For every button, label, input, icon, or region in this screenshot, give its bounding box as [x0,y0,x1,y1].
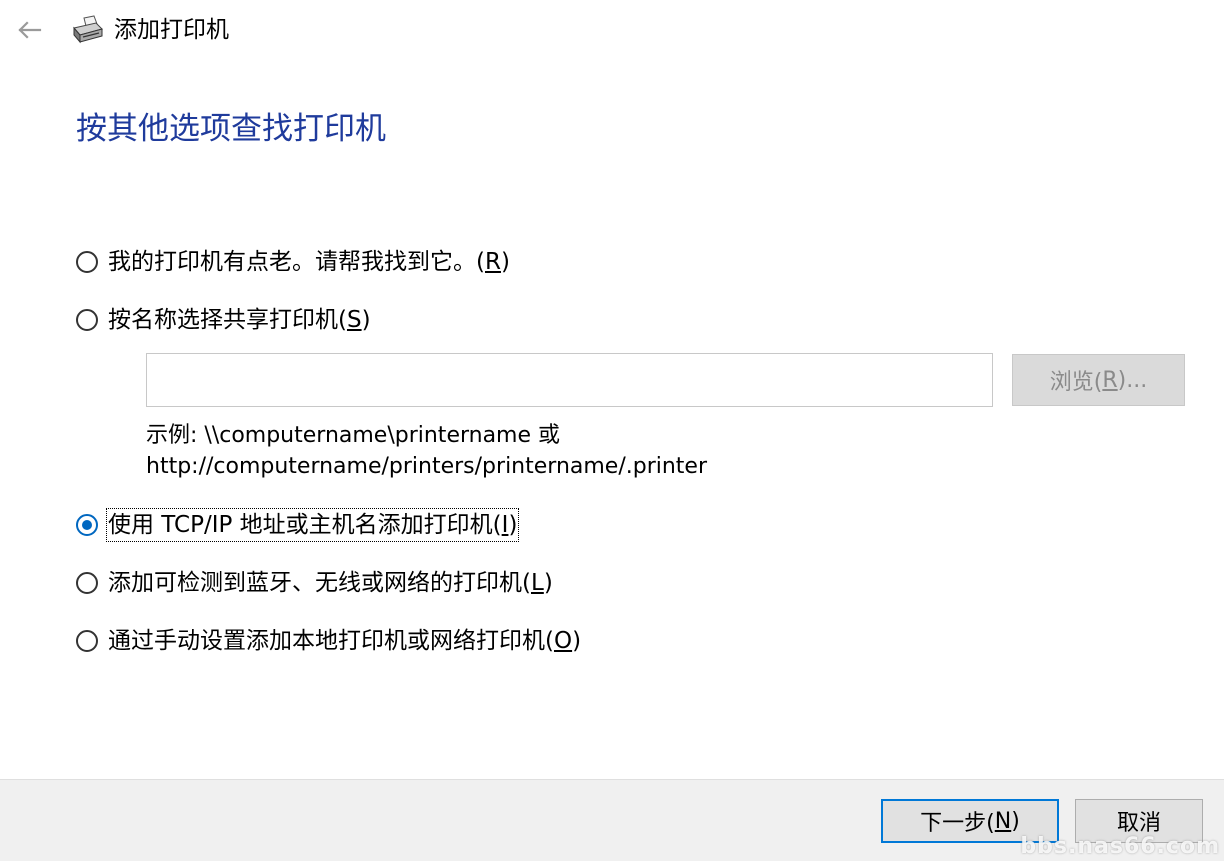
option-manual[interactable]: 通过手动设置添加本地打印机或网络打印机(O) [76,624,581,658]
browse-button[interactable]: 浏览(R)... [1012,354,1185,406]
option-manual-label: 通过手动设置添加本地打印机或网络打印机(O) [108,628,582,654]
radio-manual[interactable] [76,630,98,652]
option-wireless[interactable]: 添加可检测到蓝牙、无线或网络的打印机(L) [76,566,553,600]
option-shared-printer-label: 按名称选择共享打印机(S) [108,307,371,333]
option-wireless-label: 添加可检测到蓝牙、无线或网络的打印机(L) [108,570,553,596]
example-text: 示例: \\computername\printername 或 http://… [146,420,707,482]
watermark: bbs.nas66.com [1020,834,1220,859]
printer-icon [73,15,103,44]
back-button[interactable] [12,14,46,46]
option-tcpip-label: 使用 TCP/IP 地址或主机名添加打印机(I) [105,508,520,542]
shared-printer-input[interactable] [146,353,993,407]
title-bar: 添加打印机 [0,0,1224,62]
example-line-2: http://computername/printers/printername… [146,454,708,479]
option-tcpip[interactable]: 使用 TCP/IP 地址或主机名添加打印机(I) [76,508,520,542]
option-shared-printer[interactable]: 按名称选择共享打印机(S) [76,303,371,337]
window-title: 添加打印机 [114,17,229,43]
radio-shared-printer[interactable] [76,309,98,331]
example-line-1: 示例: \\computername\printername 或 [146,423,561,448]
back-arrow-icon [18,21,42,39]
option-old-printer[interactable]: 我的打印机有点老。请帮我找到它。(R) [76,245,510,279]
add-printer-window: 添加打印机 按其他选项查找打印机 我的打印机有点老。请帮我找到它。(R) 按名称… [0,0,1224,861]
option-old-printer-label: 我的打印机有点老。请帮我找到它。(R) [108,249,510,275]
radio-old-printer[interactable] [76,251,98,273]
dialog-footer: 下一步(N) 取消 bbs.nas66.com [0,779,1224,861]
radio-wireless[interactable] [76,572,98,594]
radio-tcpip[interactable] [76,514,98,536]
page-heading: 按其他选项查找打印机 [76,111,386,147]
